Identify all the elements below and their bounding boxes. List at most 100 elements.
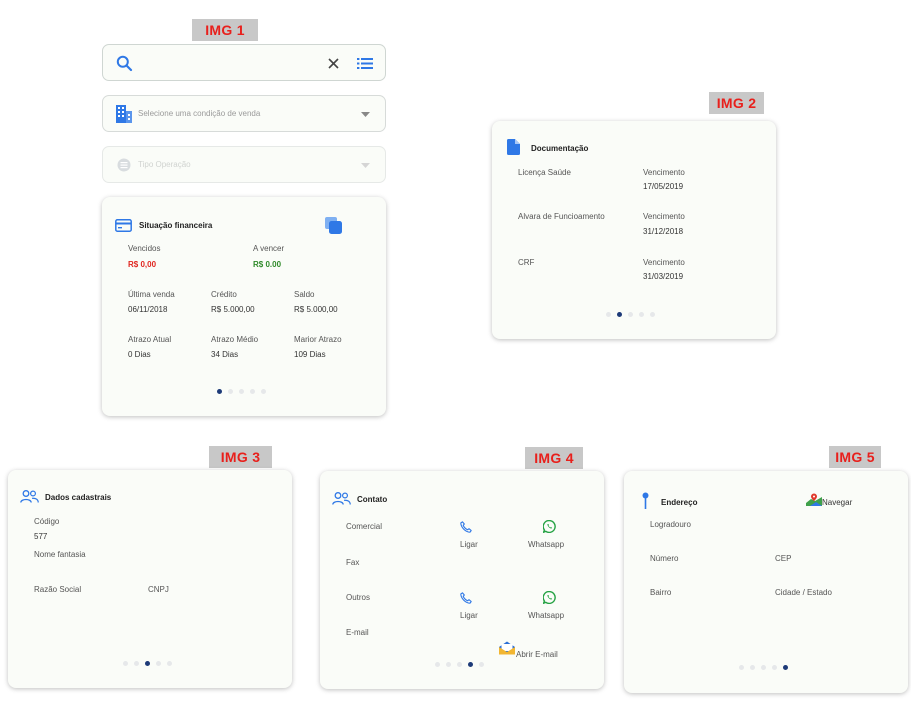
carousel-dot[interactable] xyxy=(783,665,788,670)
img5-tag: IMG 5 xyxy=(829,446,881,468)
doc-due-date: 31/12/2018 xyxy=(643,227,684,236)
cidade-estado-label: Cidade / Estado xyxy=(775,588,832,597)
ligar-label: Ligar xyxy=(460,611,478,620)
doc-name: Licença Saúde xyxy=(518,168,571,177)
people-icon xyxy=(332,492,351,505)
carousel-dot[interactable] xyxy=(479,662,484,667)
email-icon xyxy=(499,641,515,655)
carousel-dot[interactable] xyxy=(145,661,150,666)
chevron-down-icon[interactable] xyxy=(361,163,370,168)
carousel-dot[interactable] xyxy=(468,662,473,667)
carousel-dot[interactable] xyxy=(228,389,233,394)
carousel-dots xyxy=(217,389,277,395)
carousel-dot[interactable] xyxy=(156,661,161,666)
cnpj-label: CNPJ xyxy=(148,585,169,594)
document-icon xyxy=(507,139,520,155)
nome-fantasia-label: Nome fantasia xyxy=(34,550,86,559)
ultima-venda-label: Última venda xyxy=(128,290,175,299)
card-title: Endereço xyxy=(661,498,698,507)
carousel-dot[interactable] xyxy=(446,662,451,667)
doc-name: CRF xyxy=(518,258,535,267)
abrir-email-button[interactable]: Abrir E-mail xyxy=(498,641,568,659)
endereco-card: Endereço Navegar Logradouro Número CEP B… xyxy=(624,471,908,693)
carousel-dot[interactable] xyxy=(261,389,266,394)
carousel-dot[interactable] xyxy=(739,665,744,670)
razao-social-label: Razão Social xyxy=(34,585,82,594)
carousel-dots xyxy=(739,665,799,671)
carousel-dot[interactable] xyxy=(217,389,222,394)
pin-icon xyxy=(642,492,649,509)
whatsapp-button[interactable]: Whatsapp xyxy=(524,519,570,551)
ligar-button[interactable]: Ligar xyxy=(454,589,488,621)
condicao-venda-select[interactable]: Selecione uma condição de venda xyxy=(102,95,386,132)
carousel-dot[interactable] xyxy=(134,661,139,666)
img3-tag: IMG 3 xyxy=(209,446,272,468)
card-title: Situação financeira xyxy=(139,221,213,230)
carousel-dot[interactable] xyxy=(639,312,644,317)
card-title: Contato xyxy=(357,495,388,504)
search-input[interactable] xyxy=(141,53,311,73)
navegar-label: Navegar xyxy=(822,498,853,507)
map-icon xyxy=(806,493,822,506)
close-icon[interactable] xyxy=(328,58,339,69)
whatsapp-button[interactable]: Whatsapp xyxy=(524,589,570,621)
doc-due-label: Vencimento xyxy=(643,212,685,221)
carousel-dot[interactable] xyxy=(239,389,244,394)
search-bar[interactable] xyxy=(102,44,386,81)
carousel-dot[interactable] xyxy=(457,662,462,667)
carousel-dot[interactable] xyxy=(435,662,440,667)
dados-cadastrais-card: Dados cadastrais Código 577 Nome fantasi… xyxy=(8,470,292,688)
carousel-dot[interactable] xyxy=(772,665,777,670)
cep-label: CEP xyxy=(775,554,792,563)
carousel-dot[interactable] xyxy=(606,312,611,317)
doc-due-date: 31/03/2019 xyxy=(643,272,684,281)
tipo-operacao-select[interactable]: Tipo Operação xyxy=(102,146,386,183)
carousel-dot[interactable] xyxy=(250,389,255,394)
ligar-label: Ligar xyxy=(460,540,478,549)
documentacao-card: Documentação Licença Saúde Vencimento 17… xyxy=(492,121,776,339)
codigo-value: 577 xyxy=(34,532,48,541)
copy-icon[interactable] xyxy=(325,217,342,234)
carousel-dot[interactable] xyxy=(750,665,755,670)
carousel-dot[interactable] xyxy=(167,661,172,666)
carousel-dot[interactable] xyxy=(650,312,655,317)
comercial-label: Comercial xyxy=(346,522,383,531)
carousel-dot[interactable] xyxy=(123,661,128,666)
atrazo-medio-value: 34 Dias xyxy=(211,350,239,359)
whatsapp-icon xyxy=(543,591,556,604)
atrazo-atual-label: Atrazo Atual xyxy=(128,335,172,344)
fax-label: Fax xyxy=(346,558,360,567)
list-circle-icon xyxy=(117,158,131,172)
bairro-label: Bairro xyxy=(650,588,672,597)
saldo-value: R$ 5.000,00 xyxy=(294,305,338,314)
chevron-down-icon[interactable] xyxy=(361,112,370,117)
outros-label: Outros xyxy=(346,593,371,602)
saldo-label: Saldo xyxy=(294,290,315,299)
carousel-dot[interactable] xyxy=(628,312,633,317)
carousel-dots xyxy=(435,662,495,668)
phone-icon xyxy=(460,592,472,604)
img2-tag: IMG 2 xyxy=(709,92,764,114)
credito-label: Crédito xyxy=(211,290,237,299)
search-icon[interactable] xyxy=(116,55,133,72)
vencidos-label: Vencidos xyxy=(128,244,161,253)
doc-name: Alvara de Funcioamento xyxy=(518,212,605,221)
contato-card: Contato Comercial Ligar Whatsapp Fax Out… xyxy=(320,471,604,689)
carousel-dots xyxy=(606,312,666,318)
codigo-label: Código xyxy=(34,517,60,526)
condicao-venda-placeholder: Selecione uma condição de venda xyxy=(138,109,261,118)
list-icon[interactable] xyxy=(357,57,373,70)
whatsapp-label: Whatsapp xyxy=(528,540,565,549)
whatsapp-icon xyxy=(543,520,556,533)
ligar-button[interactable]: Ligar xyxy=(454,519,488,551)
whatsapp-label: Whatsapp xyxy=(528,611,565,620)
logradouro-label: Logradouro xyxy=(650,520,691,529)
img1-tag: IMG 1 xyxy=(192,19,258,41)
carousel-dots xyxy=(123,661,183,667)
navegar-button[interactable]: Navegar xyxy=(806,493,856,509)
tipo-operacao-placeholder: Tipo Operação xyxy=(138,160,191,169)
carousel-dot[interactable] xyxy=(617,312,622,317)
vencidos-value: R$ 0,00 xyxy=(128,260,157,269)
maior-atrazo-value: 109 Dias xyxy=(294,350,326,359)
carousel-dot[interactable] xyxy=(761,665,766,670)
